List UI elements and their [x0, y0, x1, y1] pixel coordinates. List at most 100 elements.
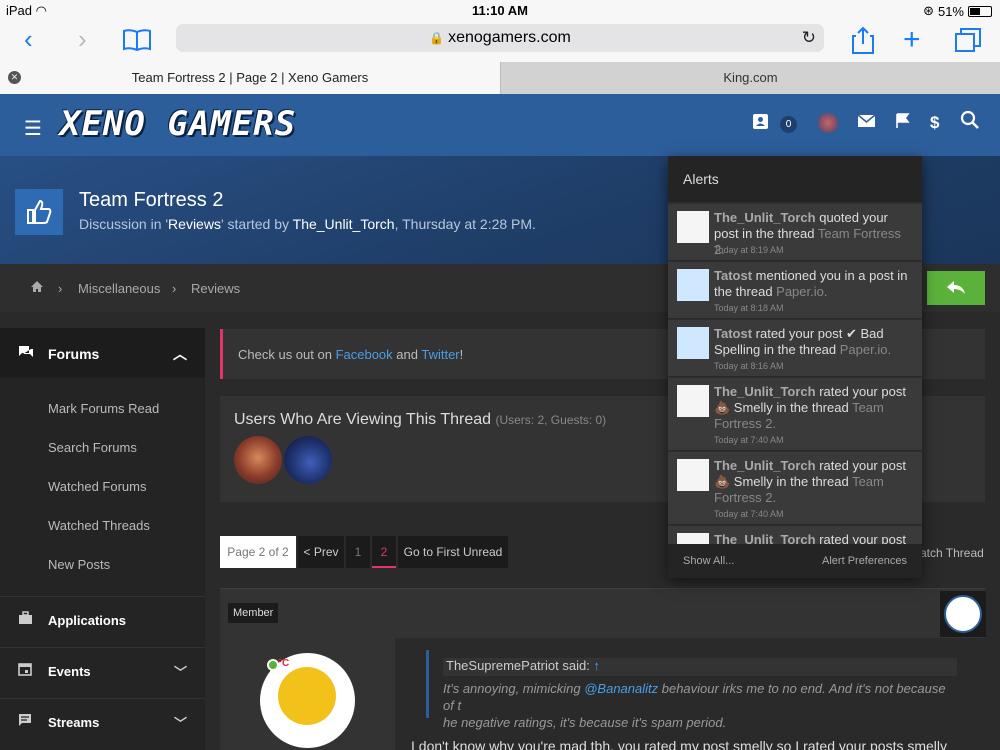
alert-item[interactable]: The_Unlit_Torch quoted your post in the …	[668, 204, 922, 261]
thread-title: Team Fortress 2	[79, 189, 224, 211]
menu-icon[interactable]: ☰	[24, 116, 42, 141]
alert-time: Today at 7:40 AM	[714, 435, 784, 445]
search-icon[interactable]	[960, 110, 980, 136]
briefcase-icon	[18, 611, 33, 629]
mention-link[interactable]: @Bananalitz	[584, 681, 658, 696]
home-icon[interactable]	[30, 280, 44, 296]
sidebar-forums-header[interactable]: Forums ︿	[0, 328, 205, 378]
sidebar-item-streams[interactable]: Streams ﹀	[0, 698, 205, 744]
bookmarks-icon[interactable]	[122, 28, 152, 56]
thread-meta: Discussion in 'Reviews' started by The_U…	[79, 216, 536, 232]
orientation-lock-icon: ⊛	[923, 3, 934, 18]
alert-preferences-link[interactable]: Alert Preferences	[822, 555, 907, 567]
reload-icon[interactable]: ↻	[802, 24, 816, 52]
tabs-icon[interactable]	[955, 28, 981, 56]
sidebar-item-watched-forums[interactable]: Watched Forums	[48, 479, 147, 494]
battery-icon	[968, 5, 992, 17]
user-title-badge: Member	[228, 603, 279, 623]
online-status-icon	[267, 659, 279, 671]
post-text: I don't know why you're mad tbh, you rat…	[411, 738, 948, 750]
conversations-count-badge: 0	[780, 116, 797, 133]
sidebar-item-watched-threads[interactable]: Watched Threads	[48, 518, 150, 533]
calendar-icon	[18, 662, 32, 680]
post-quote: TheSupremePatriot said: ↑ It's annoying,…	[426, 650, 958, 730]
sidebar-item-new-posts[interactable]: New Posts	[48, 557, 110, 572]
alert-text: Tatost mentioned you in a post in the th…	[714, 268, 908, 299]
alerts-list: The_Unlit_Torch quoted your post in the …	[668, 204, 922, 544]
alert-item[interactable]: Tatost mentioned you in a post in the th…	[668, 262, 922, 319]
chat-icon	[18, 713, 32, 731]
battery-percent: 51%	[937, 3, 964, 19]
sidebar-item-events[interactable]: Events ﹀	[0, 647, 205, 693]
sidebar-item-search-forums[interactable]: Search Forums	[48, 440, 137, 455]
site-header: ☰ XENO GAMERS 0 $	[0, 94, 1000, 156]
viewers-heading: Users Who Are Viewing This Thread (Users…	[234, 411, 607, 428]
alerts-popup: Alerts The_Unlit_Torch quoted your post …	[668, 156, 922, 578]
show-all-alerts-link[interactable]: Show All...	[683, 555, 734, 567]
alert-text: The_Unlit_Torch rated your post 💩 Smelly…	[714, 384, 906, 431]
alert-item[interactable]: Tatost rated your post ✔ Bad Spelling in…	[668, 320, 922, 377]
alert-time: Today at 8:18 AM	[714, 303, 784, 313]
alert-item[interactable]: The_Unlit_Torch rated your post	[668, 526, 922, 544]
status-bar: iPad ◠ 11:10 AM ⊛ 51%	[0, 0, 1000, 20]
chevron-up-icon: ︿	[173, 346, 187, 362]
breadcrumb-miscellaneous[interactable]: Miscellaneous	[78, 281, 160, 296]
share-icon[interactable]	[852, 26, 874, 58]
forward-icon[interactable]: ›	[78, 26, 87, 52]
sidebar: Forums ︿ Mark Forums Read Search Forums …	[0, 328, 205, 750]
alert-item[interactable]: The_Unlit_Torch rated your post 💩 Smelly…	[668, 452, 922, 525]
quote-body: It's annoying, mimicking @Bananalitz beh…	[443, 681, 946, 730]
tab-team-fortress[interactable]: ✕ Team Fortress 2 | Page 2 | Xeno Gamers	[0, 62, 500, 94]
page-2-button[interactable]: 2	[372, 536, 396, 568]
alert-avatar	[677, 459, 709, 491]
post-author-avatar-small[interactable]	[940, 591, 986, 637]
battery-indicator: ⊛ 51%	[923, 3, 992, 19]
first-unread-button[interactable]: Go to First Unread	[398, 536, 508, 568]
contact-card-icon[interactable]	[752, 113, 769, 135]
page-1-button[interactable]: 1	[346, 536, 370, 568]
flag-icon[interactable]	[896, 113, 910, 134]
user-avatar[interactable]	[818, 113, 838, 133]
url-text: xenogamers.com	[448, 29, 571, 46]
alert-text: The_Unlit_Torch rated your post	[714, 532, 906, 544]
alert-text: The_Unlit_Torch rated your post 💩 Smelly…	[714, 458, 906, 505]
breadcrumb-reviews[interactable]: Reviews	[191, 281, 240, 296]
chevron-right-icon: ›	[172, 281, 177, 296]
tab-king[interactable]: King.com	[500, 62, 1000, 94]
sidebar-item-mark-forums-read[interactable]: Mark Forums Read	[48, 401, 159, 416]
url-bar[interactable]: 🔒 xenogamers.com ↻	[176, 24, 824, 52]
thumbs-up-icon	[15, 189, 63, 235]
lock-icon: 🔒	[429, 31, 445, 45]
back-icon[interactable]: ‹	[24, 26, 33, 52]
forum-link[interactable]: Reviews	[168, 216, 221, 232]
alert-time: Today at 7:40 AM	[714, 509, 784, 519]
alert-text: Tatost rated your post ✔ Bad Spelling in…	[714, 326, 892, 357]
viewer-avatar[interactable]	[234, 436, 282, 484]
chevron-right-icon: ›	[58, 281, 63, 296]
forums-icon	[18, 345, 34, 363]
viewer-avatar[interactable]	[284, 436, 332, 484]
post-body: °C TheSupremePatriot said: ↑ It's annoyi…	[220, 638, 985, 750]
prev-page-button[interactable]: < Prev	[298, 536, 344, 568]
alert-avatar	[677, 385, 709, 417]
alert-item[interactable]: The_Unlit_Torch rated your post 💩 Smelly…	[668, 378, 922, 451]
site-logo[interactable]: XENO GAMERS	[60, 104, 296, 144]
sidebar-item-applications[interactable]: Applications	[0, 596, 205, 642]
reply-button[interactable]	[927, 271, 985, 305]
alert-avatar	[677, 269, 709, 301]
twitter-link[interactable]: Twitter	[421, 347, 459, 362]
dollar-icon[interactable]: $	[930, 113, 939, 133]
facebook-link[interactable]: Facebook	[336, 347, 393, 362]
post-author-panel: °C	[220, 638, 395, 750]
author-link[interactable]: The_Unlit_Torch	[293, 216, 395, 232]
new-tab-icon[interactable]: +	[903, 25, 921, 55]
alert-time: Today at 8:16 AM	[714, 361, 784, 371]
close-tab-icon[interactable]: ✕	[8, 71, 21, 84]
quote-jump-icon[interactable]: ↑	[593, 658, 600, 673]
chevron-down-icon: ﹀	[173, 665, 187, 680]
alert-time: Today at 8:19 AM	[714, 245, 784, 255]
quote-header: TheSupremePatriot said: ↑	[443, 658, 957, 676]
mail-icon[interactable]	[857, 113, 876, 133]
alerts-title: Alerts	[668, 156, 922, 202]
watch-thread-link[interactable]: atch Thread	[920, 546, 984, 560]
